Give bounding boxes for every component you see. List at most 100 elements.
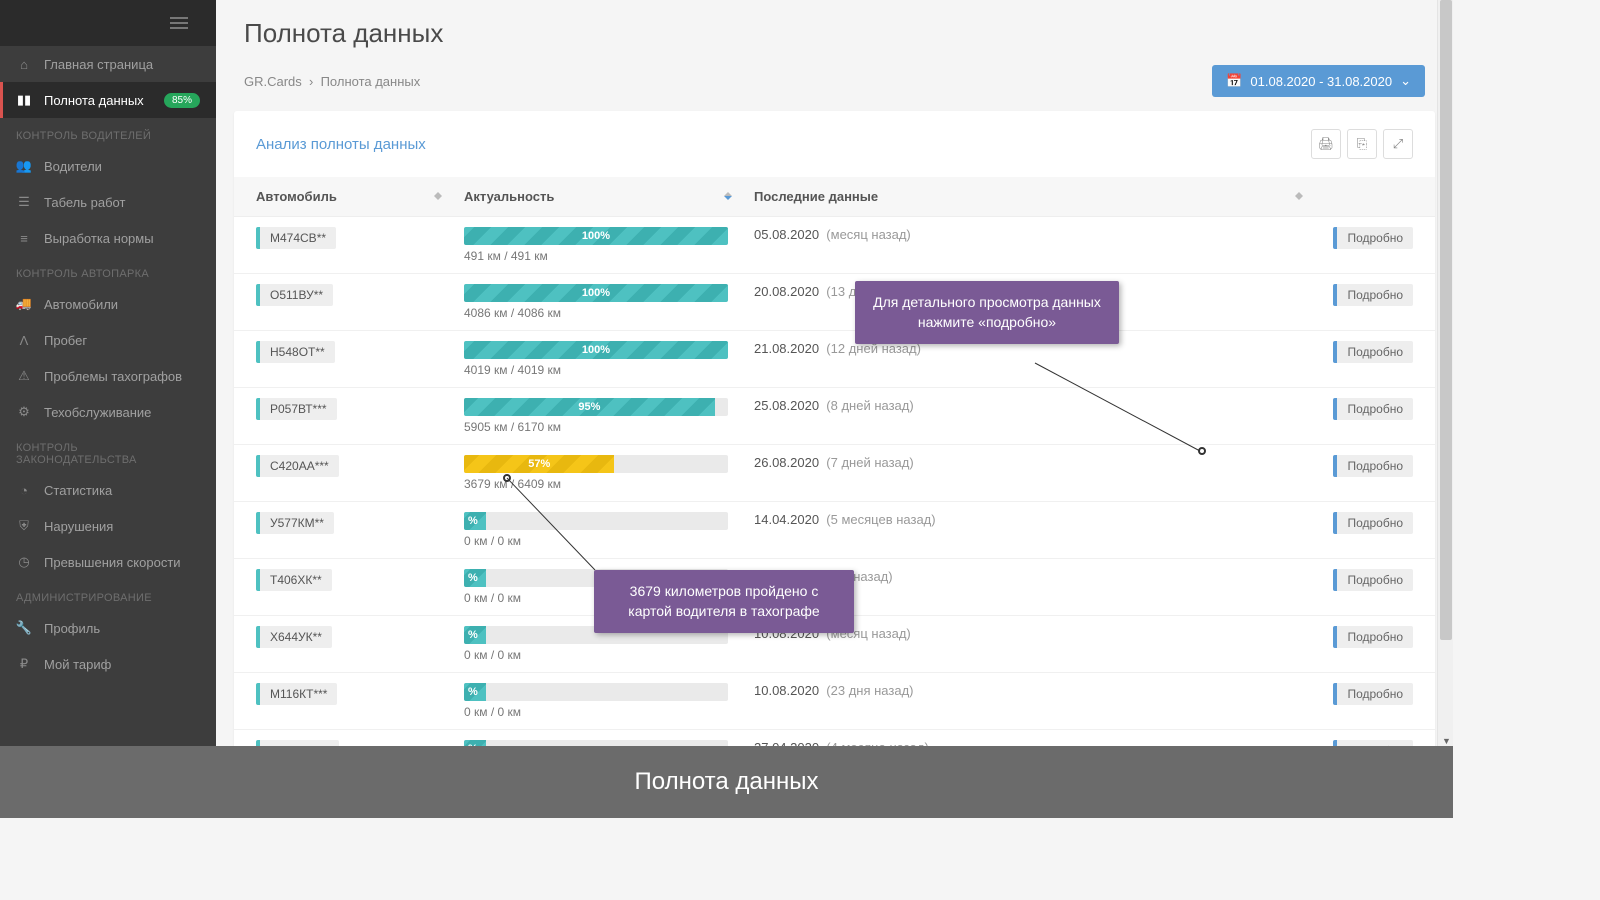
main-content: Полнота данных GR.Cards › Полнота данных… [216,0,1453,818]
sidebar-item-stats[interactable]: ◔ Статистика [0,472,216,508]
vertical-scrollbar[interactable]: ▲ ▼ [1437,0,1453,746]
sidebar-item-label: Профиль [44,621,100,636]
progress-wrap: 100% 4086 км / 4086 км [464,284,728,320]
date-range-text: 01.08.2020 - 31.08.2020 [1250,74,1392,89]
panel-actions: 🖨 ⎘ ⤢ [1311,129,1413,159]
tooltip-km: 3679 километров пройдено с картой водите… [594,570,854,633]
details-button[interactable]: Подробно [1333,227,1413,249]
vehicle-tag[interactable]: Р057ВТ*** [256,398,337,420]
vehicle-tag[interactable]: Т406ХК** [256,569,332,591]
chevron-down-icon: ⌄ [1400,73,1411,89]
sidebar-item-label: Пробег [44,333,87,348]
progress-bar: 100% [464,284,728,302]
details-button[interactable]: Подробно [1333,683,1413,705]
details-button[interactable]: Подробно [1333,626,1413,648]
print-icon: 🖨 [1318,136,1335,152]
last-data-cell: 14.04.2020 (5 месяцев назад) [744,502,1315,559]
panel-title: Анализ полноты данных [256,136,426,153]
vehicle-tag[interactable]: Н548ОТ** [256,341,335,363]
col-last[interactable]: Последние данные [744,177,1315,217]
sidebar-item-tachograph-issues[interactable]: ⚠ Проблемы тахографов [0,358,216,394]
progress-wrap: % 0 км / 0 км [464,683,728,719]
progress-bar: 100% [464,227,728,245]
sidebar-item-label: Статистика [44,483,112,498]
details-button[interactable]: Подробно [1333,284,1413,306]
ruble-icon: ₽ [16,656,32,672]
scrollbar-thumb[interactable] [1440,0,1452,640]
details-button[interactable]: Подробно [1333,512,1413,534]
km-text: 4019 км / 4019 км [464,363,728,377]
export-button[interactable]: ⎘ [1347,129,1377,159]
progress-track: 100% [464,227,728,245]
breadcrumb-row: GR.Cards › Полнота данных 📅 01.08.2020 -… [216,59,1453,111]
details-button[interactable]: Подробно [1333,341,1413,363]
vehicle-tag[interactable]: У577КМ** [256,512,334,534]
table-row: М116КТ*** % 0 км / 0 км 10.08.2020 (23 д… [234,673,1435,730]
breadcrumb-current: Полнота данных [321,74,421,89]
panel: Анализ полноты данных 🖨 ⎘ ⤢ Автомобиль А… [234,111,1435,787]
progress-track: 100% [464,284,728,302]
users-icon: 👥 [16,158,32,174]
col-relevance[interactable]: Актуальность [454,177,744,217]
sidebar-item-violations[interactable]: ⛨Нарушения [0,508,216,544]
vehicle-tag[interactable]: О511ВУ** [256,284,333,306]
details-button[interactable]: Подробно [1333,569,1413,591]
last-data-cell: 26.08.2020 (7 дней назад) [744,445,1315,502]
print-button[interactable]: 🖨 [1311,129,1341,159]
sidebar-item-timesheet[interactable]: ☰Табель работ [0,184,216,220]
sidebar: ⌂ Главная страница ▮▮ Полнота данных 85%… [0,0,216,818]
sidebar-item-completeness[interactable]: ▮▮ Полнота данных 85% [0,82,216,118]
details-button[interactable]: Подробно [1333,398,1413,420]
sidebar-item-label: Водители [44,159,102,174]
vehicle-tag[interactable]: М116КТ*** [256,683,337,705]
progress-bar: 57% [464,455,614,473]
hamburger-icon[interactable] [170,17,188,29]
sidebar-item-maintenance[interactable]: ⚙Техобслуживание [0,394,216,430]
progress-bar: % [464,626,486,644]
progress-bar: % [464,683,486,701]
vehicle-tag[interactable]: С420АА*** [256,455,339,477]
km-text: 0 км / 0 км [464,705,728,719]
sidebar-item-label: Нарушения [44,519,113,534]
bars-icon: ≡ [16,230,32,246]
scroll-down-icon: ▼ [1442,736,1450,744]
details-button[interactable]: Подробно [1333,455,1413,477]
progress-bar: % [464,512,486,530]
sidebar-item-label: Табель работ [44,195,125,210]
page-header: Полнота данных [216,0,1453,59]
sidebar-item-cars[interactable]: 🚚Автомобили [0,286,216,322]
table-row: М474СВ** 100% 491 км / 491 км 05.08.2020… [234,217,1435,274]
sidebar-item-label: Мой тариф [44,657,111,672]
vehicle-tag[interactable]: Х644УК** [256,626,332,648]
sidebar-item-label: Проблемы тахографов [44,369,182,384]
data-table: Автомобиль Актуальность Последние данные… [234,177,1435,787]
progress-bar: 100% [464,341,728,359]
sidebar-section-law: КОНТРОЛЬ ЗАКОНОДАТЕЛЬСТВА [0,430,216,472]
sidebar-item-label: Автомобили [44,297,118,312]
sidebar-item-tariff[interactable]: ₽ Мой тариф [0,646,216,682]
warning-icon: ⚠ [16,368,32,384]
panel-header: Анализ полноты данных 🖨 ⎘ ⤢ [234,111,1435,177]
wrench-icon: 🔧 [16,620,32,636]
last-data-cell: 10.08.2020 (23 дня назад) [744,673,1315,730]
sidebar-item-mileage[interactable]: ΛПробег [0,322,216,358]
pie-icon: ◔ [16,482,32,498]
col-vehicle[interactable]: Автомобиль [234,177,454,217]
km-text: 4086 км / 4086 км [464,306,728,320]
progress-wrap: 100% 491 км / 491 км [464,227,728,263]
vehicle-tag[interactable]: М474СВ** [256,227,336,249]
page-title: Полнота данных [244,18,1425,49]
progress-track: 57% [464,455,728,473]
date-range-picker[interactable]: 📅 01.08.2020 - 31.08.2020 ⌄ [1212,65,1425,97]
sidebar-item-norms[interactable]: ≡Выработка нормы [0,220,216,256]
expand-button[interactable]: ⤢ [1383,129,1413,159]
gear-icon: ⚙ [16,404,32,420]
sidebar-item-profile[interactable]: 🔧 Профиль [0,610,216,646]
sidebar-item-home[interactable]: ⌂ Главная страница [0,46,216,82]
sidebar-section-admin: АДМИНИСТРИРОВАНИЕ [0,580,216,610]
breadcrumb-root[interactable]: GR.Cards [244,74,302,89]
sidebar-item-drivers[interactable]: 👥 Водители [0,148,216,184]
progress-track: 100% [464,341,728,359]
progress-bar: 95% [464,398,715,416]
sidebar-item-speed[interactable]: ◷Превышения скорости [0,544,216,580]
